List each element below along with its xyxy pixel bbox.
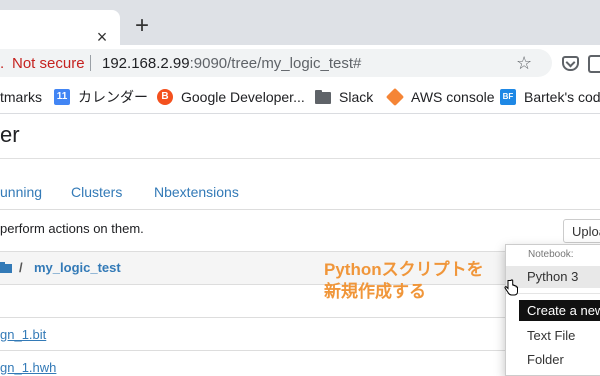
tooltip: Create a new — [519, 300, 600, 321]
bf-icon: BF — [500, 89, 516, 105]
menu-item-python3[interactable]: Python 3 — [506, 266, 600, 288]
tabs-divider — [0, 209, 600, 210]
url-host: 192.168.2.99 — [102, 55, 190, 72]
annotation-callout: Pythonスクリプトを 新規作成する — [324, 259, 484, 303]
warning-icon: . — [0, 55, 5, 72]
bookmark-label: Google Developer... — [181, 89, 305, 105]
bookmark-label: AWS console — [411, 89, 495, 105]
tab-running[interactable]: unning — [0, 184, 42, 200]
extension-icon[interactable] — [588, 55, 600, 73]
menu-divider — [506, 293, 600, 294]
bookmark-label: Slack — [339, 89, 374, 105]
tab-clusters[interactable]: Clusters — [71, 184, 122, 200]
upload-button[interactable]: Uploa — [563, 219, 600, 243]
pocket-icon[interactable] — [562, 56, 579, 71]
new-tab-button[interactable]: + — [131, 14, 153, 38]
annotation-line-2: 新規作成する — [324, 282, 426, 301]
aws-icon — [385, 87, 405, 107]
address-bar[interactable]: . Not secure 192.168.2.99:9090/tree/my_l… — [0, 49, 552, 77]
file-link-bit[interactable]: gn_1.bit — [0, 327, 46, 342]
header-divider — [0, 158, 600, 159]
url-path: :9090/tree/my_logic_test# — [189, 55, 362, 72]
folder-icon — [315, 89, 331, 105]
menu-item-folder[interactable]: Folder — [506, 349, 600, 371]
omnibox-divider — [90, 55, 91, 71]
bookmark-barteks-coding[interactable]: BF Bartek's codin — [500, 88, 600, 106]
bookmark-label: Bartek's codin — [524, 89, 600, 105]
menu-item-text-file[interactable]: Text File — [506, 325, 600, 347]
bookmark-label: カレンダー — [78, 89, 148, 105]
bookmark-aws-console[interactable]: AWS console — [385, 87, 495, 107]
breadcrumb-folder-link[interactable]: my_logic_test — [34, 260, 121, 275]
annotation-line-1: Pythonスクリプトを — [324, 260, 484, 279]
folder-icon[interactable] — [0, 261, 12, 273]
browser-tab-active[interactable]: × — [0, 10, 120, 47]
bookmark-calendar[interactable]: 11 カレンダー — [54, 88, 148, 106]
page-title: er — [0, 122, 20, 147]
close-tab-icon[interactable]: × — [92, 27, 112, 47]
tab-nbextensions[interactable]: Nbextensions — [154, 184, 239, 200]
bookmark-label: tmarks — [0, 89, 42, 105]
calendar-icon: 11 — [54, 89, 70, 105]
bookmarks-bar: tmarks 11 カレンダー B Google Developer... Slac… — [0, 81, 600, 114]
not-secure-indicator[interactable]: . Not secure — [0, 55, 85, 72]
breadcrumb-separator: / — [19, 260, 23, 275]
bookmark-tmarks[interactable]: tmarks — [0, 88, 42, 106]
blogger-icon: B — [157, 89, 173, 105]
browser-tab-strip: × + — [0, 0, 600, 47]
security-label: Not secure — [12, 55, 85, 72]
file-link-hwh[interactable]: gn_1.hwh — [0, 360, 56, 375]
bookmark-google-developers[interactable]: B Google Developer... — [157, 88, 305, 106]
bookmark-star-icon[interactable]: ☆ — [516, 53, 532, 73]
browser-toolbar: . Not secure 192.168.2.99:9090/tree/my_l… — [0, 45, 600, 81]
menu-header-notebook: Notebook: — [528, 249, 574, 260]
bookmark-slack[interactable]: Slack — [315, 88, 373, 106]
hand-cursor-icon — [504, 279, 518, 296]
url-text[interactable]: 192.168.2.99:9090/tree/my_logic_test# — [102, 55, 361, 72]
selection-hint: perform actions on them. — [0, 221, 144, 236]
